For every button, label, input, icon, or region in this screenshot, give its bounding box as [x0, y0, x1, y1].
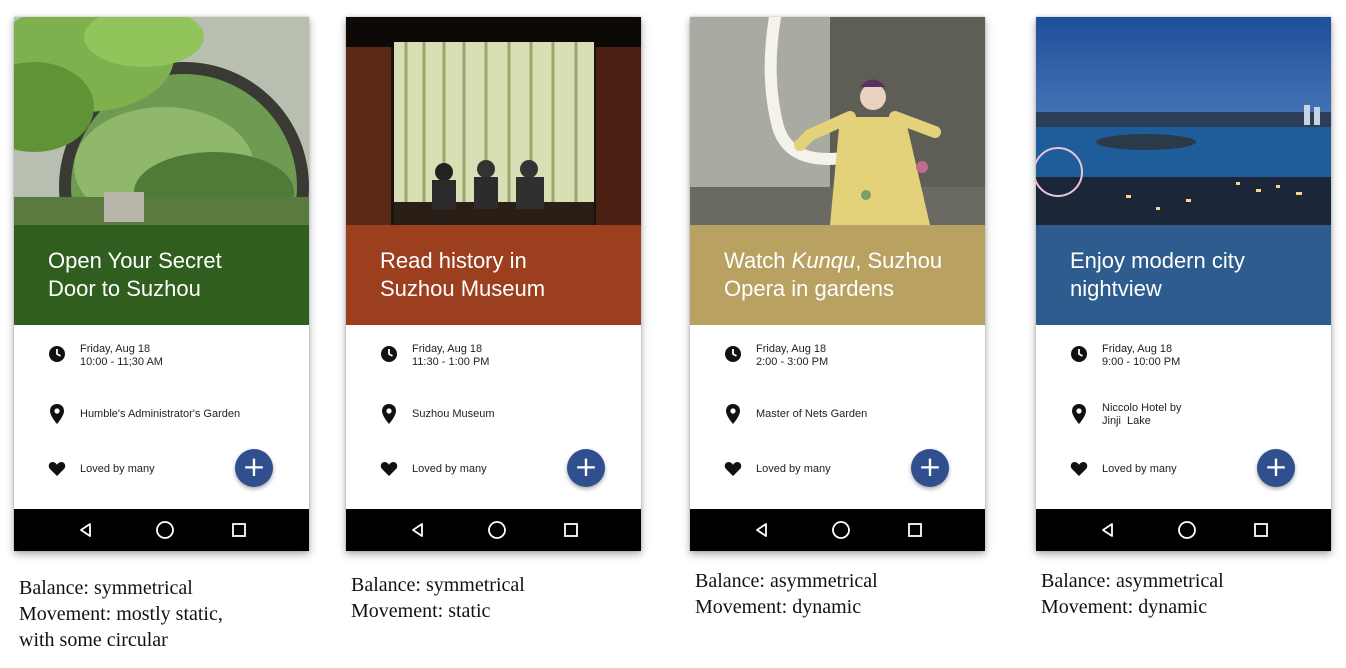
- clock-icon: [48, 345, 66, 365]
- event-time: 11:30 - 1:00 PM: [412, 356, 490, 368]
- android-nav-bar: [1036, 509, 1331, 551]
- home-icon[interactable]: [486, 519, 508, 541]
- add-event-button[interactable]: +: [235, 449, 273, 487]
- recents-icon[interactable]: [560, 519, 582, 541]
- android-nav-bar: [14, 509, 309, 551]
- location-pin-icon: [380, 403, 398, 424]
- heart-icon: [1070, 461, 1088, 481]
- clock-icon: [380, 345, 398, 365]
- event-location: Niccolo Hotel by: [1102, 402, 1182, 414]
- hero-photo-kunqu-performer: [690, 17, 985, 225]
- likes-label: Loved by many: [1102, 463, 1177, 475]
- event-date: Friday, Aug 18: [412, 343, 483, 355]
- back-icon[interactable]: [407, 519, 429, 541]
- back-icon[interactable]: [75, 519, 97, 541]
- title-text: Watch: [724, 248, 792, 273]
- android-nav-bar: [690, 509, 985, 551]
- event-title-line: Open Your Secret: [48, 248, 222, 273]
- event-title-banner: Enjoy modern city nightview: [1036, 225, 1331, 325]
- recents-icon[interactable]: [1250, 519, 1272, 541]
- caption-line: Movement: static: [351, 600, 491, 622]
- phone-mockup: Read history in Suzhou Museum Friday, Au…: [346, 17, 641, 551]
- event-title-line: Opera in gardens: [724, 276, 894, 301]
- design-caption: Balance: asymmetrical Movement: dynamic: [1041, 568, 1224, 620]
- hero-photo-garden-door: [14, 17, 309, 225]
- event-title-line: Door to Suzhou: [48, 276, 201, 301]
- event-title-line: nightview: [1070, 276, 1162, 301]
- location-pin-icon: [724, 403, 742, 424]
- home-icon[interactable]: [1176, 519, 1198, 541]
- clock-icon: [724, 345, 742, 365]
- caption-line: Balance: symmetrical: [351, 574, 525, 596]
- event-location: Jinji Lake: [1102, 415, 1151, 427]
- phone-mockup: Open Your Secret Door to Suzhou Friday, …: [14, 17, 309, 551]
- phone-mockup: Watch Kunqu, Suzhou Opera in gardens Fri…: [690, 17, 985, 551]
- likes-label: Loved by many: [756, 463, 831, 475]
- heart-icon: [724, 461, 742, 481]
- location-pin-icon: [1070, 403, 1088, 424]
- event-location: Humble's Administrator's Garden: [80, 408, 241, 420]
- caption-line: Balance: asymmetrical: [1041, 570, 1224, 592]
- caption-line: Movement: dynamic: [695, 596, 862, 618]
- caption-line: Movement: dynamic: [1041, 596, 1208, 618]
- add-event-button[interactable]: +: [567, 449, 605, 487]
- event-title-line: Suzhou Museum: [380, 276, 546, 301]
- design-card-4: Enjoy modern city nightview Friday, Aug …: [1036, 0, 1346, 668]
- caption-line: Balance: asymmetrical: [695, 570, 878, 592]
- hero-photo-museum-window: [346, 17, 641, 225]
- home-icon[interactable]: [830, 519, 852, 541]
- title-emphasis: Kunqu: [791, 248, 856, 273]
- caption-line: Balance: symmetrical: [19, 577, 193, 599]
- event-location: Suzhou Museum: [412, 408, 495, 420]
- event-title-line: Watch Kunqu, Suzhou: [724, 247, 965, 275]
- phone-mockup: Enjoy modern city nightview Friday, Aug …: [1036, 17, 1331, 551]
- likes-label: Loved by many: [412, 463, 487, 475]
- heart-icon: [380, 461, 398, 481]
- android-nav-bar: [346, 509, 641, 551]
- event-title-banner: Watch Kunqu, Suzhou Opera in gardens: [690, 225, 985, 325]
- design-caption: Balance: symmetrical Movement: mostly st…: [19, 575, 223, 653]
- hero-photo-city-nightview: [1036, 17, 1331, 225]
- event-date: Friday, Aug 18: [756, 343, 827, 355]
- design-card-2: Read history in Suzhou Museum Friday, Au…: [346, 0, 656, 668]
- location-pin-icon: [48, 403, 66, 424]
- recents-icon[interactable]: [228, 519, 250, 541]
- design-caption: Balance: symmetrical Movement: static: [351, 572, 525, 624]
- event-time: 9:00 - 10:00 PM: [1102, 356, 1181, 368]
- event-title-line: Enjoy modern city: [1070, 248, 1245, 273]
- design-caption: Balance: asymmetrical Movement: dynamic: [695, 568, 878, 620]
- add-event-button[interactable]: +: [911, 449, 949, 487]
- event-time: 10:00 - 11;30 AM: [80, 356, 163, 368]
- caption-line: with some circular: [19, 629, 168, 651]
- title-text: , Suzhou: [855, 248, 943, 273]
- event-date: Friday, Aug 18: [1102, 343, 1173, 355]
- back-icon[interactable]: [1097, 519, 1119, 541]
- event-title-banner: Open Your Secret Door to Suzhou: [14, 225, 309, 325]
- likes-label: Loved by many: [80, 463, 155, 475]
- heart-icon: [48, 461, 66, 481]
- design-card-3: Watch Kunqu, Suzhou Opera in gardens Fri…: [690, 0, 1000, 668]
- clock-icon: [1070, 345, 1088, 365]
- event-date: Friday, Aug 18: [80, 343, 151, 355]
- event-time: 2:00 - 3:00 PM: [756, 356, 829, 368]
- event-location: Master of Nets Garden: [756, 408, 868, 420]
- recents-icon[interactable]: [904, 519, 926, 541]
- add-event-button[interactable]: +: [1257, 449, 1295, 487]
- design-card-1: Open Your Secret Door to Suzhou Friday, …: [14, 0, 324, 668]
- event-title-banner: Read history in Suzhou Museum: [346, 225, 641, 325]
- home-icon[interactable]: [154, 519, 176, 541]
- event-title-line: Read history in: [380, 248, 527, 273]
- back-icon[interactable]: [751, 519, 773, 541]
- caption-line: Movement: mostly static,: [19, 603, 223, 625]
